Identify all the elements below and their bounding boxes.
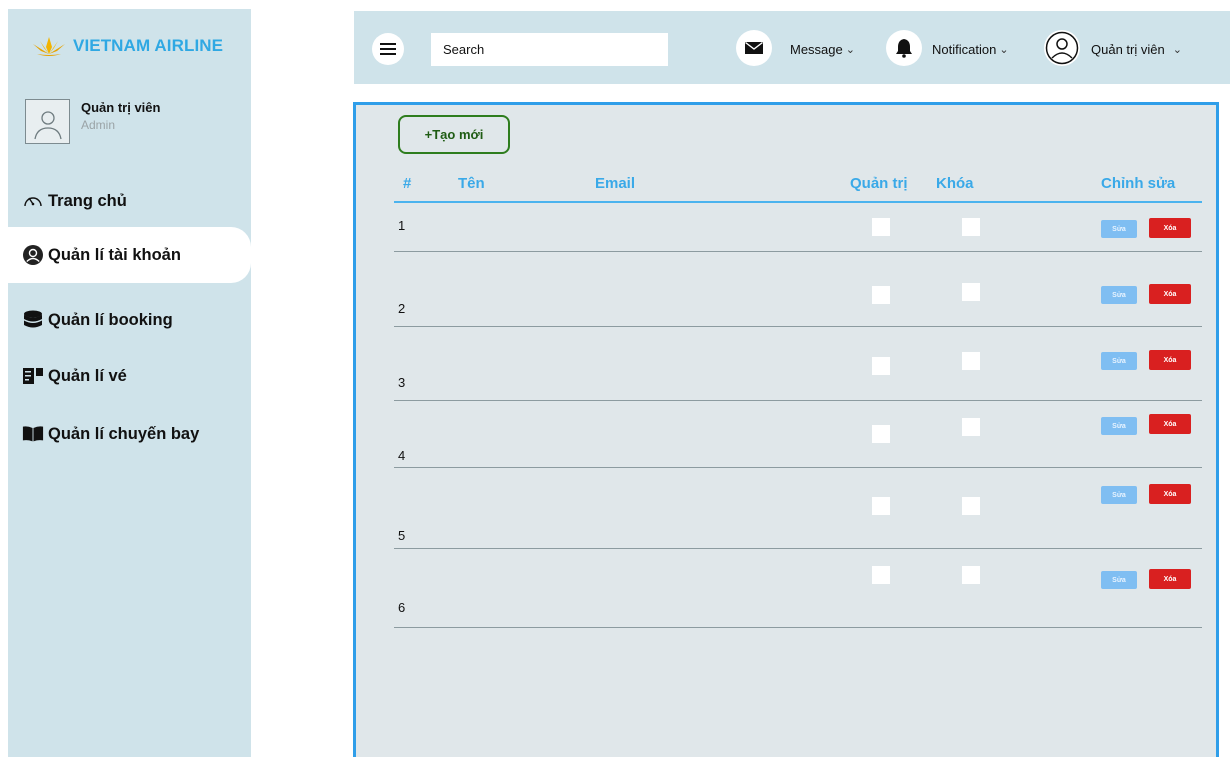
message-button[interactable] [736, 30, 772, 66]
sidebar-item-quan-li-booking[interactable]: Quản lí booking [8, 292, 251, 348]
column-header-admin: Quản trị [850, 175, 908, 192]
admin-checkbox[interactable] [872, 425, 890, 443]
user-avatar-button[interactable] [1044, 30, 1080, 66]
lotus-icon [33, 37, 65, 56]
notification-label: Notification [932, 42, 997, 57]
profile-name: Quản trị viên [81, 100, 161, 115]
row-divider [394, 467, 1202, 468]
admin-checkbox[interactable] [872, 497, 890, 515]
hamburger-icon [380, 43, 396, 55]
column-header-edit: Chỉnh sửa [1101, 175, 1176, 192]
lock-checkbox[interactable] [962, 418, 980, 436]
admin-checkbox[interactable] [872, 286, 890, 304]
top-bar: Message ⌄ Notification ⌄ Quản trị viên ⌄ [354, 11, 1230, 84]
admin-checkbox[interactable] [872, 566, 890, 584]
row-divider [394, 548, 1202, 549]
user-dropdown[interactable]: Quản trị viên ⌄ [1091, 42, 1182, 57]
delete-button[interactable]: Xóa [1149, 484, 1191, 504]
edit-button[interactable]: Sửa [1101, 220, 1137, 238]
chevron-down-icon: ⌄ [845, 44, 855, 56]
chevron-down-icon: ⌄ [999, 44, 1009, 56]
avatar [25, 99, 70, 144]
edit-button[interactable]: Sửa [1101, 352, 1137, 370]
delete-button[interactable]: Xóa [1149, 218, 1191, 238]
user-silhouette-icon [33, 110, 62, 139]
admin-checkbox[interactable] [872, 218, 890, 236]
row-divider [394, 251, 1202, 252]
column-header-number: # [403, 175, 412, 192]
sidebar-item-label: Trang chủ [48, 191, 127, 210]
sidebar-item-quan-li-ve[interactable]: Quản lí vé [8, 348, 251, 404]
row-number: 3 [398, 375, 406, 390]
create-new-button[interactable]: +Tạo mới [398, 115, 510, 154]
lock-checkbox[interactable] [962, 566, 980, 584]
ticket-icon [22, 365, 44, 387]
sidebar-item-trang-chu[interactable]: Trang chủ [8, 173, 251, 229]
header-divider [394, 201, 1202, 203]
row-divider [394, 326, 1202, 327]
accounts-panel: +Tạo mới # Tên Email Quản trị Khóa Chỉnh… [353, 102, 1219, 757]
lock-checkbox[interactable] [962, 497, 980, 515]
message-dropdown[interactable]: Message ⌄ [790, 42, 855, 57]
envelope-icon [745, 41, 763, 54]
profile-role: Admin [81, 118, 116, 132]
admin-checkbox[interactable] [872, 357, 890, 375]
profile-card[interactable]: Quản trị viên Admin [25, 99, 160, 144]
row-number: 1 [398, 218, 406, 233]
brand[interactable]: VIETNAM AIRLINE [31, 35, 223, 57]
notification-dropdown[interactable]: Notification ⌄ [932, 42, 1009, 57]
sidebar: VIETNAM AIRLINE Quản trị viên Admin Tran… [8, 9, 251, 757]
user-label: Quản trị viên [1091, 42, 1165, 57]
sidebar-item-quan-li-chuyen-bay[interactable]: Quản lí chuyến bay [8, 406, 251, 462]
sidebar-item-label: Quản lí chuyến bay [48, 424, 200, 443]
delete-button[interactable]: Xóa [1149, 569, 1191, 589]
lock-checkbox[interactable] [962, 352, 980, 370]
user-circle-icon [1045, 31, 1079, 65]
row-number: 2 [398, 301, 406, 316]
lock-checkbox[interactable] [962, 218, 980, 236]
column-header-email: Email [595, 175, 636, 192]
search-input[interactable] [431, 33, 668, 66]
sidebar-item-label: Quản lí tài khoản [48, 245, 181, 264]
delete-button[interactable]: Xóa [1149, 284, 1191, 304]
edit-button[interactable]: Sửa [1101, 571, 1137, 589]
row-divider [394, 400, 1202, 401]
edit-button[interactable]: Sửa [1101, 417, 1137, 435]
message-label: Message [790, 42, 843, 57]
chevron-down-icon: ⌄ [1172, 44, 1182, 56]
sidebar-item-quan-li-tai-khoan[interactable]: Quản lí tài khoản [8, 227, 251, 283]
book-icon [22, 423, 44, 445]
edit-button[interactable]: Sửa [1101, 286, 1137, 304]
notification-button[interactable] [886, 30, 922, 66]
delete-button[interactable]: Xóa [1149, 350, 1191, 370]
row-number: 6 [398, 600, 406, 615]
sidebar-item-label: Quản lí booking [48, 310, 173, 329]
bell-icon [896, 39, 912, 58]
row-divider [394, 627, 1202, 628]
sidebar-item-label: Quản lí vé [48, 366, 127, 385]
brand-name: VIETNAM AIRLINE [73, 36, 224, 55]
database-icon [22, 309, 44, 331]
row-number: 5 [398, 528, 406, 543]
row-number: 4 [398, 448, 406, 463]
column-header-lock: Khóa [936, 175, 974, 192]
lock-checkbox[interactable] [962, 283, 980, 301]
column-header-name: Tên [458, 175, 485, 192]
user-circle-icon [22, 244, 44, 266]
delete-button[interactable]: Xóa [1149, 414, 1191, 434]
edit-button[interactable]: Sửa [1101, 486, 1137, 504]
hamburger-menu-button[interactable] [372, 33, 404, 65]
dashboard-gauge-icon [22, 190, 44, 212]
